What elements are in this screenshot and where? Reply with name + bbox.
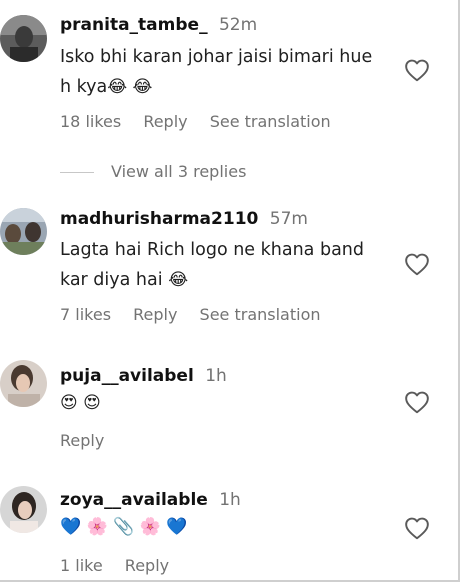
like-heart-icon[interactable] — [404, 516, 430, 540]
timestamp: 1h — [205, 366, 227, 386]
username[interactable]: pranita_tambe_ — [60, 15, 208, 35]
comment-header: zoya__available 1h — [60, 490, 241, 510]
comment-header: pranita_tambe_ 52m — [60, 15, 257, 35]
emoji-group: 😂 — [168, 270, 189, 290]
comment-actions: 7 likes Reply See translation — [60, 305, 338, 324]
reply-button[interactable]: Reply — [133, 305, 177, 324]
comment-text: Isko bhi karan johar jaisi bimari hue h … — [60, 42, 390, 102]
like-heart-icon[interactable] — [404, 390, 430, 414]
comment-actions: Reply — [60, 431, 121, 450]
comment-text-line: Lagta hai Rich logo ne khana band — [60, 240, 364, 260]
comment-actions: 1 like Reply — [60, 556, 186, 575]
like-heart-icon[interactable] — [404, 58, 430, 82]
comment-text: Lagta hai Rich logo ne khana band kar di… — [60, 235, 390, 295]
comment-header: madhurisharma2110 57m — [60, 209, 308, 229]
avatar[interactable] — [0, 208, 47, 255]
emoji-group: 😂 😂 — [107, 77, 153, 97]
reply-button[interactable]: Reply — [143, 112, 187, 131]
comment-text: 💙 🌸 📎 🌸 💙 — [60, 512, 390, 542]
replies-divider-line — [60, 172, 94, 173]
reply-button[interactable]: Reply — [125, 556, 169, 575]
emoji-group: 💙 🌸 📎 🌸 💙 — [60, 517, 188, 537]
likes-count[interactable]: 1 like — [60, 556, 103, 575]
comment-header: puja__avilabel 1h — [60, 366, 227, 386]
comment-text: 😍 😍 — [60, 388, 390, 418]
comment-text-line: kar diya hai — [60, 270, 163, 290]
comment-text-line: h kya — [60, 77, 108, 97]
reply-button[interactable]: Reply — [60, 431, 104, 450]
username[interactable]: zoya__available — [60, 490, 208, 510]
avatar[interactable] — [0, 360, 47, 407]
avatar[interactable] — [0, 486, 47, 533]
username[interactable]: puja__avilabel — [60, 366, 194, 386]
see-translation-button[interactable]: See translation — [200, 305, 321, 324]
timestamp: 52m — [218, 15, 258, 35]
username[interactable]: madhurisharma2110 — [60, 209, 258, 229]
comment-actions: 18 likes Reply See translation — [60, 112, 348, 131]
view-replies-button[interactable]: View all 3 replies — [60, 162, 246, 181]
emoji-group: 😍 😍 — [60, 393, 101, 413]
likes-count[interactable]: 7 likes — [60, 305, 111, 324]
likes-count[interactable]: 18 likes — [60, 112, 121, 131]
like-heart-icon[interactable] — [404, 252, 430, 276]
timestamp: 1h — [219, 490, 241, 510]
view-replies-label: View all 3 replies — [111, 162, 247, 181]
timestamp: 57m — [269, 209, 308, 229]
comment-text-line: Isko bhi karan johar jaisi bimari hue — [60, 47, 373, 67]
avatar[interactable] — [0, 15, 47, 62]
see-translation-button[interactable]: See translation — [210, 112, 331, 131]
